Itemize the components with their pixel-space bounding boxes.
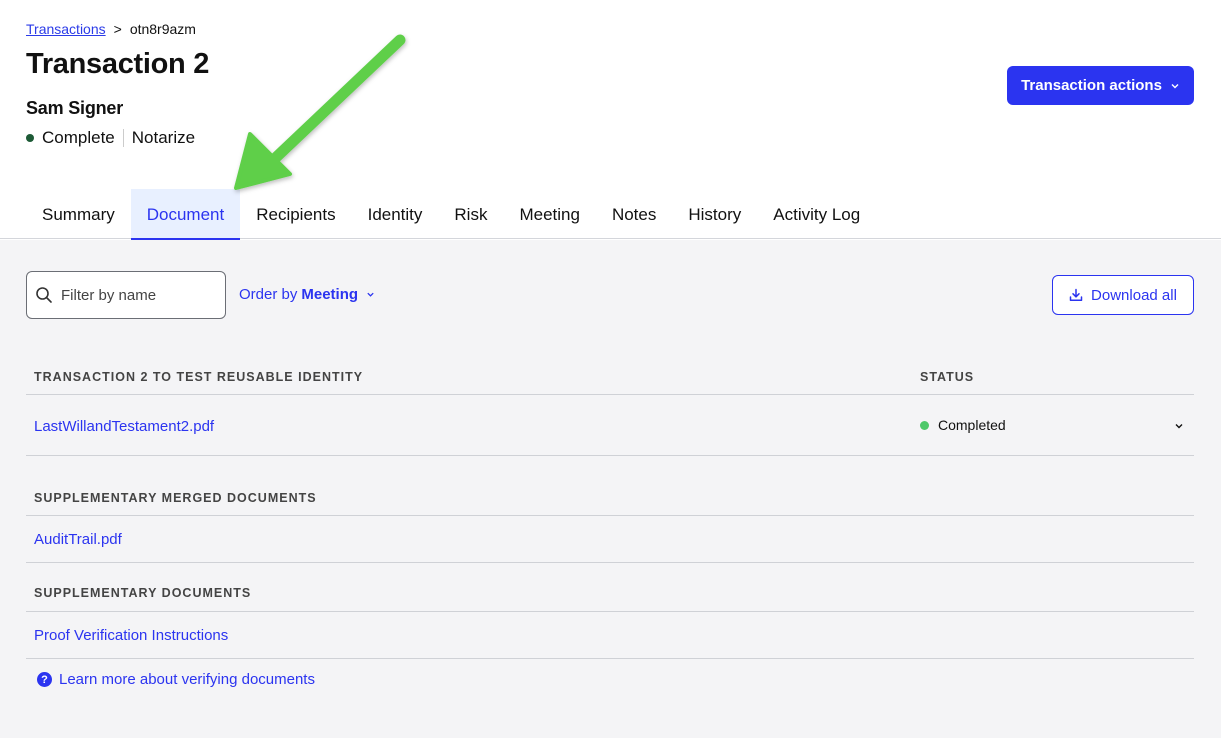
divider	[26, 394, 1194, 395]
tab-history[interactable]: History	[672, 189, 757, 239]
document-status-label: Completed	[938, 417, 1006, 433]
document-panel: Order by Meeting Download all Transactio…	[0, 240, 1221, 738]
transaction-actions-label: Transaction actions	[1021, 77, 1162, 94]
filter-input[interactable]	[61, 286, 211, 304]
learn-more-label: Learn more about verifying documents	[59, 671, 315, 688]
breadcrumb-current: otn8r9azm	[129, 21, 196, 37]
status-dot-icon	[920, 420, 929, 430]
download-all-button[interactable]: Download all	[1052, 275, 1194, 315]
download-icon	[1069, 288, 1083, 301]
order-by-prefix: Order by	[239, 286, 298, 303]
tab-risk[interactable]: Risk	[438, 189, 503, 239]
supplementary-section-header: Supplementary documents	[34, 586, 252, 600]
filter-field[interactable]	[26, 271, 226, 319]
tab-summary[interactable]: Summary	[26, 189, 131, 239]
merged-section-header: Supplementary merged documents	[34, 491, 317, 505]
tab-activity-log[interactable]: Activity Log	[757, 189, 876, 239]
divider	[26, 562, 1194, 563]
breadcrumb: Transactions > otn8r9azm	[26, 21, 196, 37]
main-section-header: Transaction 2 to test reusable identity	[26, 370, 1194, 384]
breadcrumb-transactions-link[interactable]: Transactions	[26, 21, 106, 37]
divider	[26, 658, 1194, 659]
status-dot-icon	[26, 134, 34, 142]
breadcrumb-separator: >	[113, 21, 122, 37]
document-link-last-will[interactable]: LastWillandTestament2.pdf	[34, 418, 214, 435]
page-title: Transaction 2	[26, 48, 210, 80]
divider	[26, 611, 1194, 612]
tab-document[interactable]: Document	[130, 189, 241, 240]
document-link-proof-verification[interactable]: Proof Verification Instructions	[34, 627, 228, 644]
help-icon: ?	[37, 672, 52, 687]
chevron-down-icon[interactable]	[1173, 420, 1185, 432]
annotation-arrow-icon	[234, 34, 406, 190]
document-link-audit-trail[interactable]: AuditTrail.pdf	[34, 531, 122, 548]
search-icon	[36, 287, 52, 303]
tab-identity[interactable]: Identity	[352, 189, 439, 239]
status-divider	[122, 129, 124, 147]
divider	[26, 515, 1194, 516]
divider	[26, 455, 1194, 456]
tab-notes[interactable]: Notes	[596, 189, 672, 239]
download-all-label: Download all	[1091, 286, 1177, 304]
order-by-dropdown[interactable]: Order by Meeting	[239, 286, 375, 303]
tab-bar: Summary Document Recipients Identity Ris…	[26, 189, 876, 240]
chevron-down-icon	[1171, 83, 1179, 88]
signer-name: Sam Signer	[26, 98, 124, 118]
main-section-title: Transaction 2 to test reusable identity	[34, 370, 364, 384]
document-status: Completed	[920, 417, 1006, 433]
status-state: Complete	[42, 128, 115, 147]
transaction-header: Transactions > otn8r9azm Transaction 2 S…	[0, 0, 1221, 240]
chevron-down-icon	[367, 292, 374, 297]
order-by-value: Meeting	[301, 286, 359, 303]
tab-meeting[interactable]: Meeting	[503, 189, 595, 239]
learn-more-link[interactable]: ? Learn more about verifying documents	[37, 671, 315, 688]
status-type: Notarize	[131, 128, 196, 147]
transaction-status: Complete Notarize	[26, 128, 195, 148]
transaction-actions-button[interactable]: Transaction actions	[1007, 66, 1194, 105]
tab-recipients[interactable]: Recipients	[240, 189, 351, 239]
status-column-header: Status	[920, 370, 975, 384]
